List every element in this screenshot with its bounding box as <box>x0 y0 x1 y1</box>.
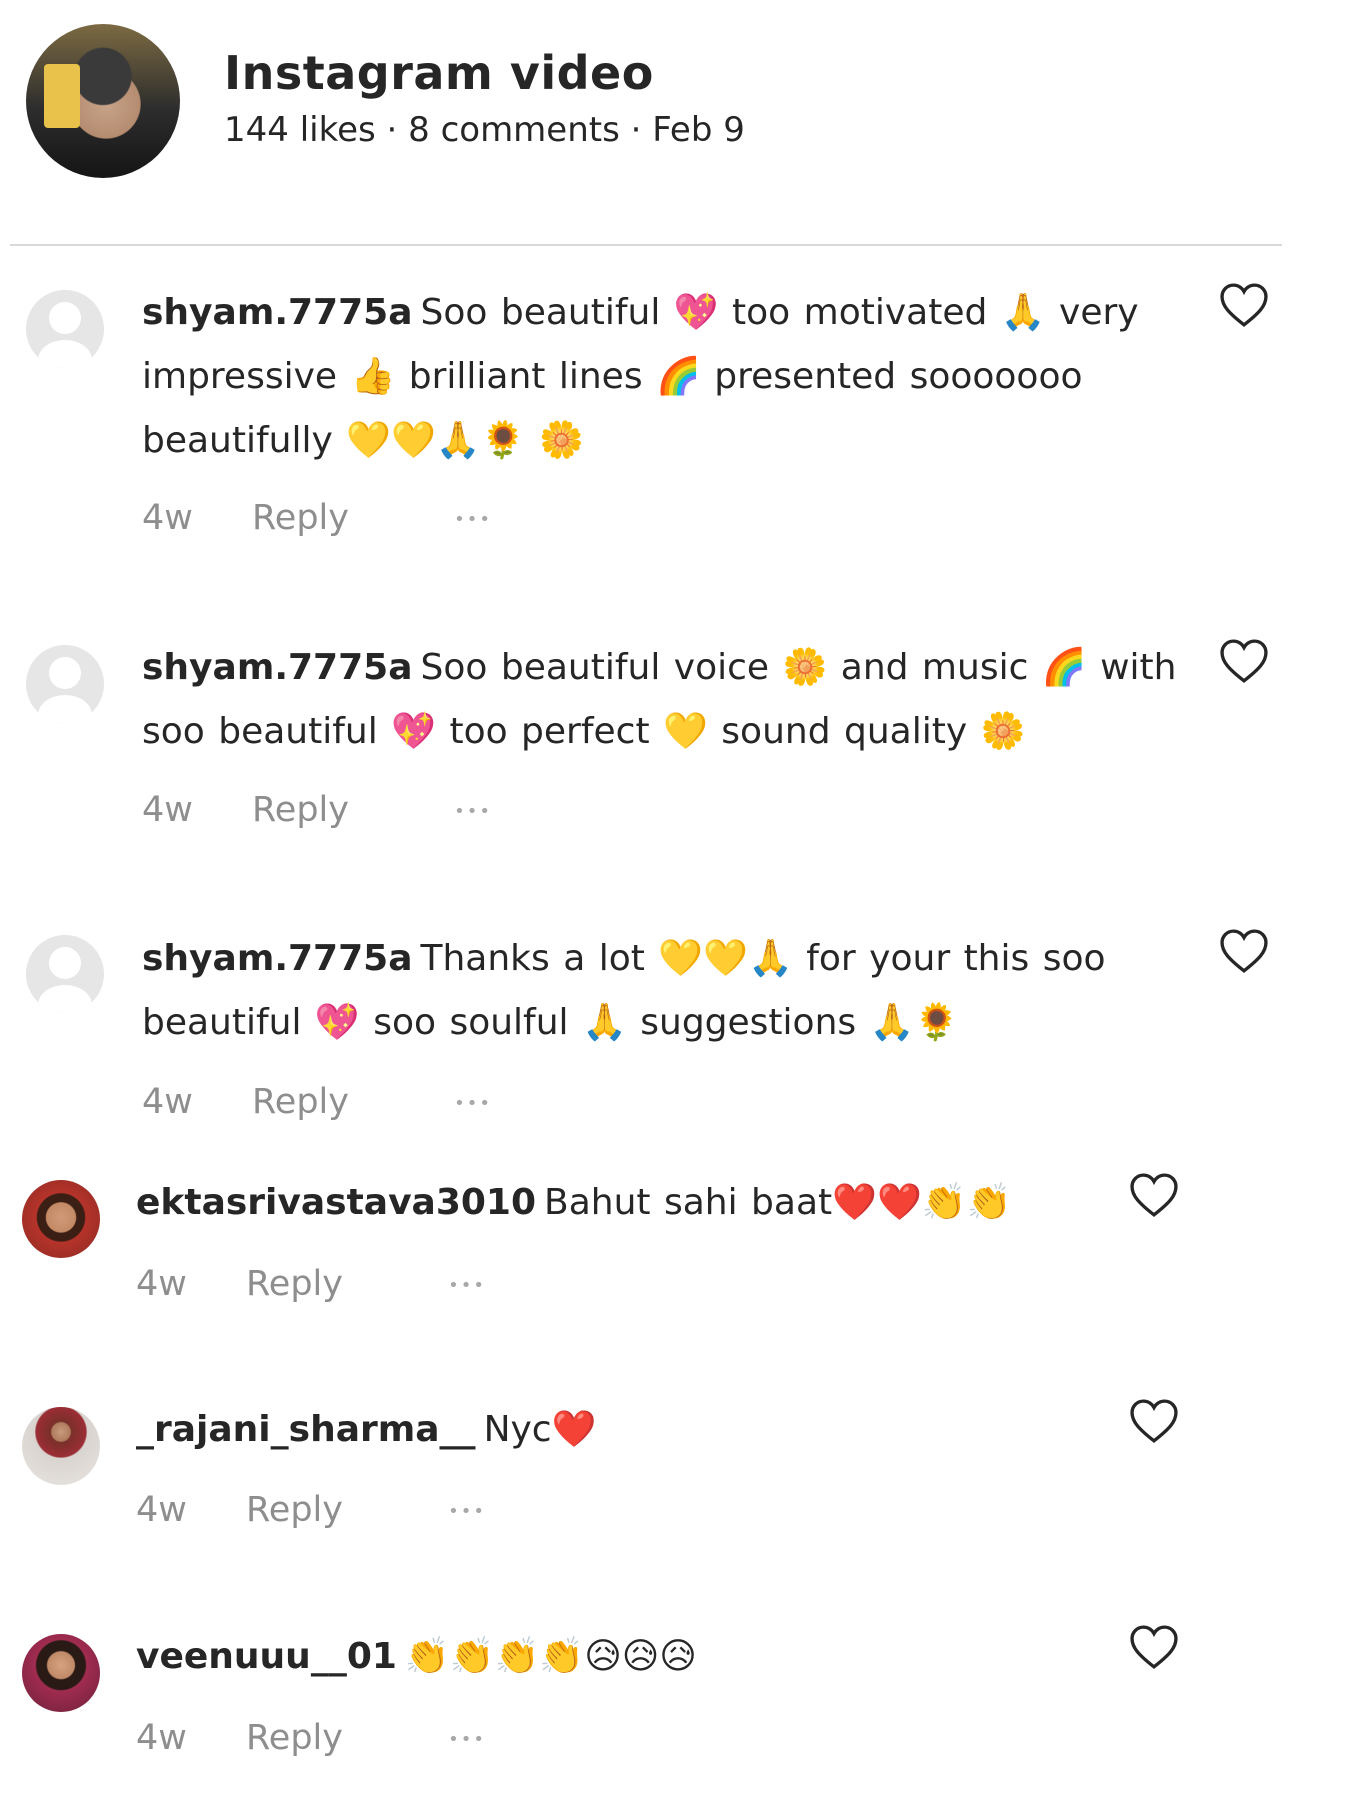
reply-button[interactable]: Reply <box>252 790 349 830</box>
comment-username[interactable]: veenuuu__01 <box>136 1636 397 1677</box>
comment-meta: 4w Reply ••• <box>136 1264 486 1314</box>
comment-meta: 4w Reply ••• <box>142 498 492 548</box>
more-options-icon[interactable]: ••• <box>448 1729 486 1750</box>
comment-text: Nyc❤️ <box>483 1409 597 1450</box>
commenter-avatar[interactable] <box>26 935 104 1013</box>
more-options-icon[interactable]: ••• <box>448 1501 486 1522</box>
comment-body: ektasrivastava3010 Bahut sahi baat❤️❤️👏👏 <box>136 1171 1136 1235</box>
comment-age: 4w <box>136 1718 187 1758</box>
more-options-icon[interactable]: ••• <box>454 1093 492 1114</box>
commenter-avatar[interactable] <box>26 645 104 723</box>
like-heart-icon[interactable] <box>1128 1398 1180 1444</box>
comment-age: 4w <box>136 1490 187 1530</box>
post-meta: 144 likes · 8 comments · Feb 9 <box>224 110 745 150</box>
comment-age: 4w <box>142 790 193 830</box>
like-heart-icon[interactable] <box>1128 1624 1180 1670</box>
comment-body: shyam.7775a Soo beautiful voice 🌼 and mus… <box>142 636 1232 764</box>
comment-meta: 4w Reply ••• <box>142 1082 492 1132</box>
reply-button[interactable]: Reply <box>246 1264 343 1304</box>
comment-text: 👏👏👏👏😥😥😥 <box>404 1636 697 1677</box>
comment-username[interactable]: shyam.7775a <box>142 292 413 333</box>
reply-button[interactable]: Reply <box>246 1490 343 1530</box>
commenter-avatar[interactable] <box>22 1180 100 1258</box>
post-title: Instagram video <box>224 46 654 100</box>
more-options-icon[interactable]: ••• <box>454 801 492 822</box>
reply-button[interactable]: Reply <box>246 1718 343 1758</box>
comment-age: 4w <box>142 1082 193 1122</box>
commenter-avatar[interactable] <box>22 1407 100 1485</box>
comment-username[interactable]: _rajani_sharma__ <box>136 1409 476 1450</box>
reply-button[interactable]: Reply <box>252 498 349 538</box>
comment-body: shyam.7775a Soo beautiful 💖 too motivated… <box>142 281 1222 473</box>
comment-body: veenuuu__01 👏👏👏👏😥😥😥 <box>136 1625 1136 1689</box>
like-heart-icon[interactable] <box>1218 282 1270 328</box>
comment-username[interactable]: ektasrivastava3010 <box>136 1182 536 1223</box>
comment-username[interactable]: shyam.7775a <box>142 647 413 688</box>
more-options-icon[interactable]: ••• <box>454 509 492 530</box>
comment-text: Bahut sahi baat❤️❤️👏👏 <box>544 1182 1012 1223</box>
comment-body: _rajani_sharma__ Nyc❤️ <box>136 1398 1136 1462</box>
reply-button[interactable]: Reply <box>252 1082 349 1122</box>
comment-meta: 4w Reply ••• <box>142 790 492 840</box>
like-heart-icon[interactable] <box>1218 638 1270 684</box>
comment-meta: 4w Reply ••• <box>136 1718 486 1768</box>
more-options-icon[interactable]: ••• <box>448 1275 486 1296</box>
commenter-avatar[interactable] <box>22 1634 100 1712</box>
comment-body: shyam.7775a Thanks a lot 💛💛🙏 for your thi… <box>142 927 1212 1055</box>
comment-username[interactable]: shyam.7775a <box>142 938 413 979</box>
commenter-avatar[interactable] <box>26 290 104 368</box>
like-heart-icon[interactable] <box>1128 1172 1180 1218</box>
comment-age: 4w <box>136 1264 187 1304</box>
divider <box>10 244 1282 246</box>
like-heart-icon[interactable] <box>1218 928 1270 974</box>
comment-age: 4w <box>142 498 193 538</box>
post-author-avatar[interactable] <box>26 24 180 178</box>
comment-meta: 4w Reply ••• <box>136 1490 486 1540</box>
